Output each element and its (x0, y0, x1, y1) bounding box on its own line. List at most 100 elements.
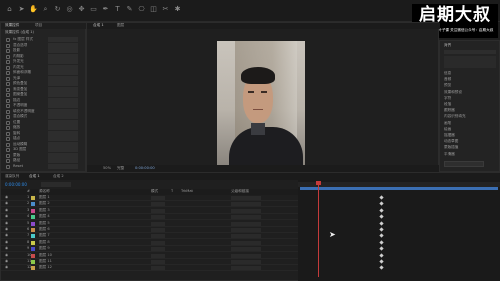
visibility-eye-icon[interactable]: ◉ (5, 208, 8, 213)
time-graph[interactable]: ➤ (298, 180, 500, 281)
layer-name[interactable]: 图层 10 (39, 253, 52, 258)
stopwatch-icon[interactable] (6, 137, 10, 141)
brush-tool-icon[interactable]: ✎ (125, 5, 134, 14)
label-color-swatch[interactable] (31, 208, 35, 213)
label-color-swatch[interactable] (31, 247, 35, 252)
effect-value-field[interactable] (48, 53, 78, 59)
parent-dropdown[interactable] (231, 202, 261, 207)
apply-button[interactable] (444, 161, 484, 167)
effect-value-field[interactable] (48, 64, 78, 70)
visibility-eye-icon[interactable]: ◉ (5, 195, 8, 200)
rotate-tool-icon[interactable]: ↻ (53, 5, 62, 14)
effect-value-field[interactable] (48, 75, 78, 81)
tab-comp-2[interactable]: 合成 2 (53, 174, 64, 179)
stopwatch-icon[interactable] (6, 60, 10, 64)
right-panel-row[interactable]: 画笔 (444, 121, 496, 126)
keyframe[interactable] (379, 208, 384, 213)
layer-name[interactable]: 图层 3 (39, 208, 50, 213)
effect-value-field[interactable] (48, 147, 78, 152)
blend-mode-dropdown[interactable] (151, 266, 165, 271)
roto-tool-icon[interactable]: ✂ (161, 5, 170, 14)
keyframe[interactable] (379, 201, 384, 207)
effect-value-field[interactable] (48, 103, 78, 108)
table-row[interactable]: ◉ 12 图层 12 (1, 265, 298, 272)
playhead[interactable] (318, 182, 319, 277)
effect-value-field[interactable] (48, 119, 78, 125)
effect-value-field[interactable] (48, 136, 78, 141)
visibility-eye-icon[interactable]: ◉ (5, 265, 8, 270)
resolution-select[interactable]: 完整 (117, 166, 124, 171)
stopwatch-icon[interactable] (6, 82, 10, 86)
stopwatch-icon[interactable] (6, 115, 10, 119)
keyframe[interactable] (379, 214, 384, 219)
stamp-tool-icon[interactable]: ⎔ (137, 5, 146, 14)
label-color-swatch[interactable] (31, 228, 35, 232)
effect-value-field[interactable] (48, 86, 78, 92)
playhead-handle[interactable] (316, 181, 321, 185)
visibility-eye-icon[interactable]: ◉ (5, 227, 8, 232)
layer-name[interactable]: 图层 4 (39, 214, 50, 219)
blend-mode-dropdown[interactable] (151, 228, 165, 232)
parent-dropdown[interactable] (231, 228, 261, 232)
label-color-swatch[interactable] (31, 253, 35, 258)
stopwatch-icon[interactable] (6, 76, 10, 81)
hand-tool-icon[interactable]: ✋ (29, 5, 38, 14)
stopwatch-icon[interactable] (6, 38, 10, 42)
parent-dropdown[interactable] (231, 221, 261, 226)
blend-mode-dropdown[interactable] (151, 221, 165, 226)
blend-mode-dropdown[interactable] (151, 260, 165, 264)
camera-tool-icon[interactable]: ◎ (65, 5, 74, 14)
table-row[interactable]: ◉ 7 图层 7 (1, 233, 298, 240)
right-panel-row[interactable]: 跟踪器 (444, 108, 496, 113)
keyframe[interactable] (379, 252, 384, 258)
effect-value-field[interactable] (48, 130, 78, 136)
label-color-swatch[interactable] (31, 234, 35, 239)
keyframe[interactable] (379, 265, 384, 271)
selection-tool-icon[interactable]: ➤ (17, 5, 26, 14)
table-row[interactable]: ◉ 2 图层 2 (1, 201, 298, 208)
keyframe[interactable] (379, 240, 384, 245)
right-panel-row[interactable]: 效果和预设 (444, 90, 496, 95)
stopwatch-icon[interactable] (6, 49, 10, 53)
parent-dropdown[interactable] (231, 196, 261, 200)
right-panel-row[interactable]: 预览 (444, 83, 496, 88)
tab-comp-1[interactable]: 合成 1 (29, 174, 40, 179)
table-row[interactable]: ◉ 6 图层 6 (1, 227, 298, 233)
right-panel-row[interactable]: 内容识别填充 (444, 114, 496, 119)
keyframe[interactable] (379, 259, 384, 264)
effect-value-field[interactable] (48, 152, 78, 158)
video-frame[interactable] (217, 41, 305, 165)
layer-name[interactable]: 图层 11 (39, 259, 52, 264)
stopwatch-icon[interactable] (6, 71, 10, 75)
label-color-swatch[interactable] (31, 221, 35, 226)
right-panel-row[interactable]: 绘画 (444, 127, 496, 132)
effect-value-field[interactable] (48, 163, 78, 169)
right-panel-row[interactable]: 信息 (444, 71, 496, 76)
stopwatch-icon[interactable] (6, 109, 10, 114)
visibility-eye-icon[interactable]: ◉ (5, 233, 8, 238)
stopwatch-icon[interactable] (6, 142, 10, 147)
blend-mode-dropdown[interactable] (151, 253, 165, 258)
effect-value-field[interactable] (48, 92, 78, 97)
right-panel-row[interactable]: 蒙版插值 (444, 145, 496, 150)
right-panel-row[interactable]: 字符 (444, 96, 496, 101)
stopwatch-icon[interactable] (6, 54, 10, 59)
visibility-eye-icon[interactable]: ◉ (5, 214, 8, 219)
blend-mode-dropdown[interactable] (151, 247, 165, 252)
blend-mode-dropdown[interactable] (151, 196, 165, 200)
layer-name[interactable]: 图层 9 (39, 246, 50, 251)
parent-dropdown[interactable] (231, 247, 261, 252)
visibility-eye-icon[interactable]: ◉ (5, 240, 8, 245)
pan-behind-icon[interactable]: ✥ (77, 5, 86, 14)
stopwatch-icon[interactable] (6, 65, 10, 70)
keyframe[interactable] (379, 220, 384, 226)
effect-value-field[interactable] (48, 70, 78, 75)
visibility-eye-icon[interactable]: ◉ (5, 221, 8, 226)
stopwatch-icon[interactable] (6, 131, 10, 136)
parent-dropdown[interactable] (231, 253, 261, 258)
eraser-tool-icon[interactable]: ◫ (149, 5, 158, 14)
stopwatch-icon[interactable] (6, 87, 10, 92)
effect-value-field[interactable] (48, 114, 78, 119)
work-area-bar[interactable] (300, 187, 498, 190)
stopwatch-icon[interactable] (6, 93, 10, 97)
